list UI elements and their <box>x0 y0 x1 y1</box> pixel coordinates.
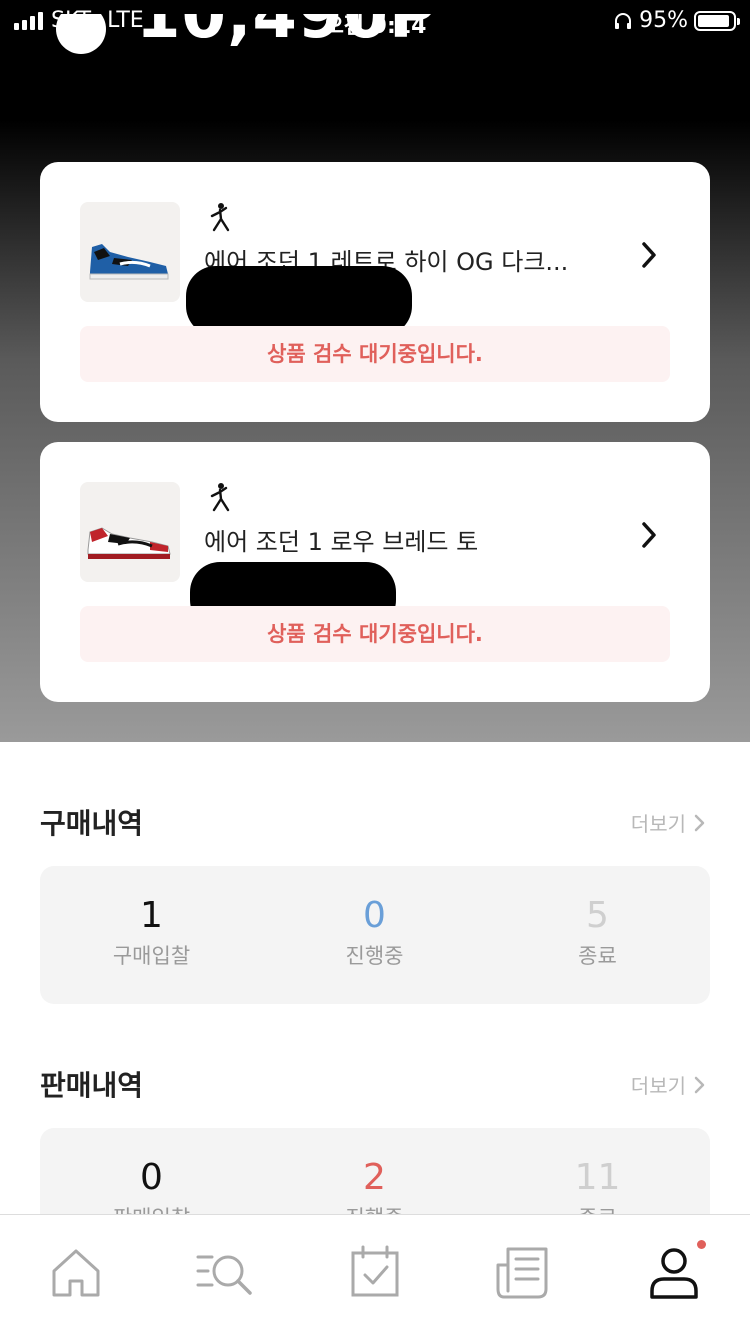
chevron-right-icon[interactable] <box>638 240 660 270</box>
jordan-jumpman-icon <box>210 483 230 512</box>
inspection-status: 상품 검수 대기중입니다. <box>80 326 670 382</box>
battery-percent: 95% <box>639 8 688 33</box>
stat-value: 5 <box>586 895 609 936</box>
news-icon[interactable] <box>494 1243 554 1303</box>
profile-header: 10,490P 에어 조던 1 레트로 하이 OG 다크... 상품 검수 대기… <box>0 0 750 742</box>
stat-value: 2 <box>363 1157 386 1198</box>
pending-item-card[interactable]: 에어 조던 1 로우 브레드 토 상품 검수 대기중입니다. <box>40 442 710 702</box>
product-thumbnail <box>80 482 180 582</box>
stat-bidding[interactable]: 1 구매입찰 <box>40 894 263 970</box>
battery-icon <box>694 10 740 31</box>
search-list-icon[interactable] <box>194 1243 254 1303</box>
sales-history-title: 판매내역 <box>40 1069 144 1102</box>
stat-completed[interactable]: 5 종료 <box>486 894 709 970</box>
more-label: 더보기 <box>630 1074 686 1098</box>
purchase-more-link[interactable]: 더보기 <box>631 808 706 837</box>
product-thumbnail <box>80 202 180 302</box>
stat-value: 11 <box>574 1157 621 1198</box>
stat-label: 종료 <box>578 944 617 968</box>
more-label: 더보기 <box>630 812 686 836</box>
home-icon[interactable] <box>46 1243 106 1303</box>
inspection-status: 상품 검수 대기중입니다. <box>80 606 670 662</box>
product-name: 에어 조던 1 로우 브레드 토 <box>204 528 479 556</box>
purchase-stats: 1 구매입찰 0 진행중 5 종료 <box>40 866 710 1004</box>
stat-label: 진행중 <box>345 944 404 968</box>
status-bar: SKT LTE 오전 9:14 95% <box>0 0 750 42</box>
sales-more-link[interactable]: 더보기 <box>631 1070 706 1099</box>
profile-icon[interactable] <box>644 1243 704 1303</box>
stat-in-progress[interactable]: 0 진행중 <box>263 894 486 970</box>
purchase-history-title: 구매내역 <box>40 807 144 840</box>
jordan-jumpman-icon <box>210 203 230 232</box>
notification-dot <box>697 1240 706 1249</box>
headphones-icon <box>615 12 632 29</box>
bottom-tab-bar <box>0 1214 750 1334</box>
stat-value: 1 <box>140 895 163 936</box>
chevron-right-icon <box>694 1076 705 1093</box>
stat-value: 0 <box>140 1157 163 1198</box>
stat-label: 구매입찰 <box>112 944 191 968</box>
chevron-right-icon[interactable] <box>638 520 660 550</box>
pending-item-card[interactable]: 에어 조던 1 레트로 하이 OG 다크... 상품 검수 대기중입니다. <box>40 162 710 422</box>
chevron-right-icon <box>694 814 705 831</box>
stat-value: 0 <box>363 895 386 936</box>
calendar-check-icon[interactable] <box>345 1243 405 1303</box>
